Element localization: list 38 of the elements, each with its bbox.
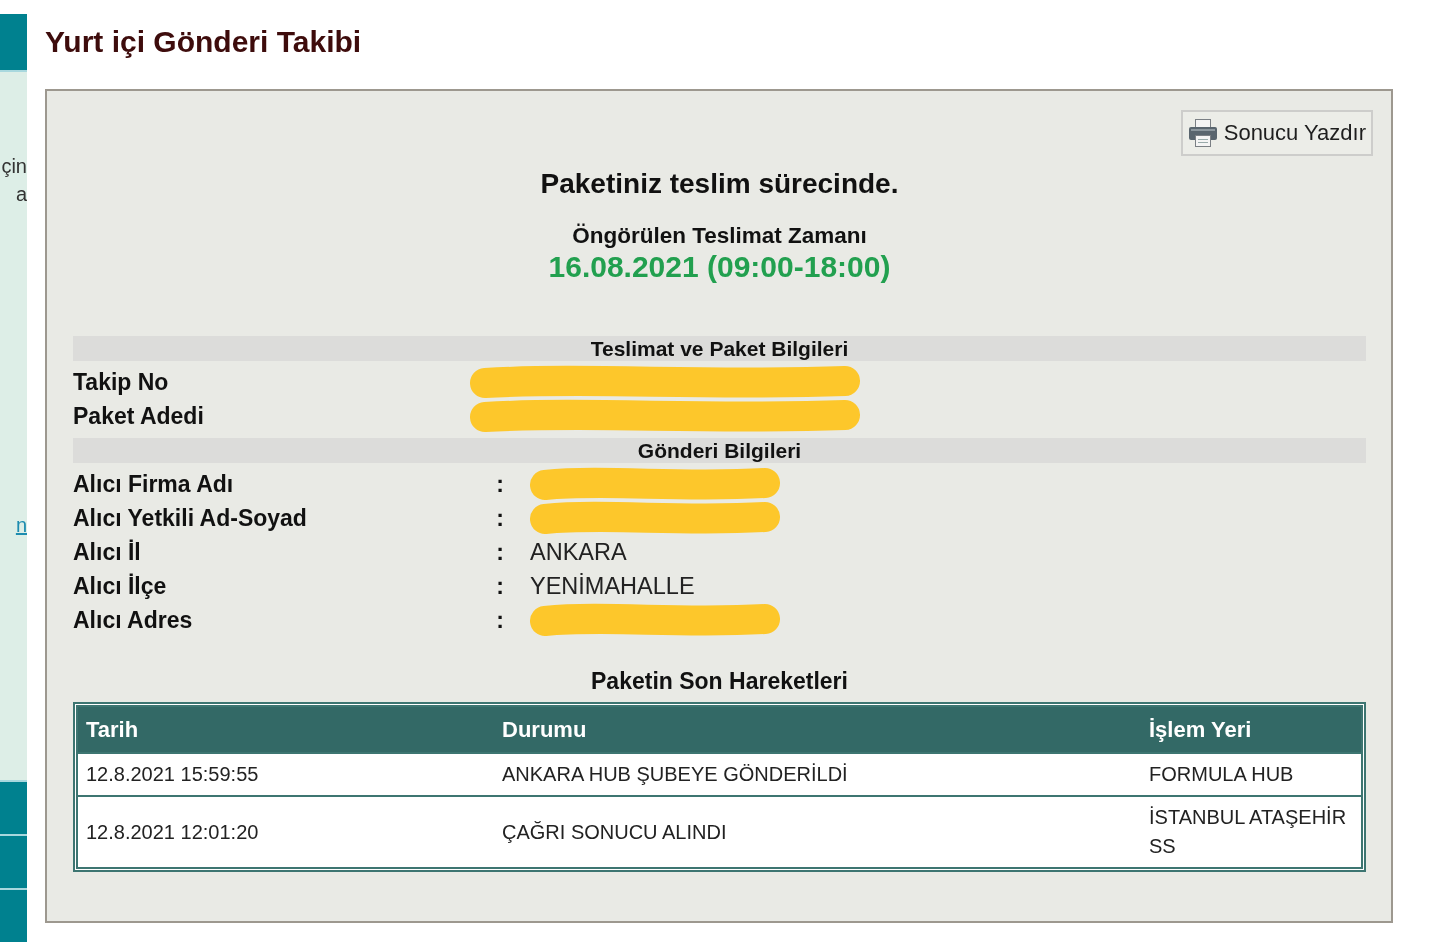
- sidebar-text: çin: [1, 154, 27, 179]
- sidebar-text: a: [15, 182, 27, 207]
- field-label: Takip No: [73, 368, 169, 396]
- column-header: Tarih: [78, 707, 494, 752]
- field-label: Paket Adedi: [73, 402, 204, 430]
- field-separator: :: [496, 572, 504, 600]
- table-cell: 12.8.2021 15:59:55: [78, 752, 494, 795]
- field-label: Alıcı İl: [73, 538, 141, 566]
- field-separator: :: [496, 470, 504, 498]
- table-cell: FORMULA HUB: [1141, 752, 1361, 795]
- field-label: Alıcı Yetkili Ad-Soyad: [73, 504, 307, 532]
- print-button[interactable]: Sonucu Yazdır: [1180, 110, 1373, 156]
- table-cell: 12.8.2021 12:01:20: [78, 795, 494, 867]
- section-header: Teslimat ve Paket Bilgileri: [73, 336, 1366, 361]
- field-value: ANKARA: [530, 538, 627, 566]
- sidebar-tile[interactable]: [0, 14, 27, 72]
- table-cell: İSTANBUL ATAŞEHİR SS: [1141, 795, 1361, 867]
- printer-icon: [1187, 118, 1218, 148]
- page-title: Yurt içi Gönderi Takibi: [45, 24, 362, 60]
- section-header: Gönderi Bilgileri: [73, 438, 1366, 463]
- status-message: Paketiniz teslim sürecinde.: [540, 168, 899, 200]
- table-cell: ANKARA HUB ŞUBEYE GÖNDERİLDİ: [494, 752, 1141, 795]
- field-value: YENİMAHALLE: [530, 572, 695, 600]
- column-header: Durumu: [494, 707, 1141, 752]
- field-separator: :: [496, 504, 504, 532]
- sidebar-tile[interactable]: [0, 888, 27, 942]
- section-heading: Paketin Son Hareketleri: [591, 668, 848, 694]
- field-label: Alıcı İlçe: [73, 572, 167, 600]
- delivery-time-label: Öngörülen Teslimat Zamanı: [572, 223, 867, 249]
- field-separator: :: [496, 606, 504, 634]
- field-label: Alıcı Firma Adı: [73, 470, 234, 498]
- table-cell: ÇAĞRI SONUCU ALINDI: [494, 795, 1141, 867]
- delivery-time-value: 16.08.2021 (09:00-18:00): [548, 250, 891, 284]
- sidebar-tile[interactable]: [0, 834, 27, 888]
- column-header: İşlem Yeri: [1141, 707, 1361, 752]
- sidebar-tile[interactable]: [0, 780, 27, 834]
- field-separator: :: [496, 538, 504, 566]
- field-label: Alıcı Adres: [73, 606, 193, 634]
